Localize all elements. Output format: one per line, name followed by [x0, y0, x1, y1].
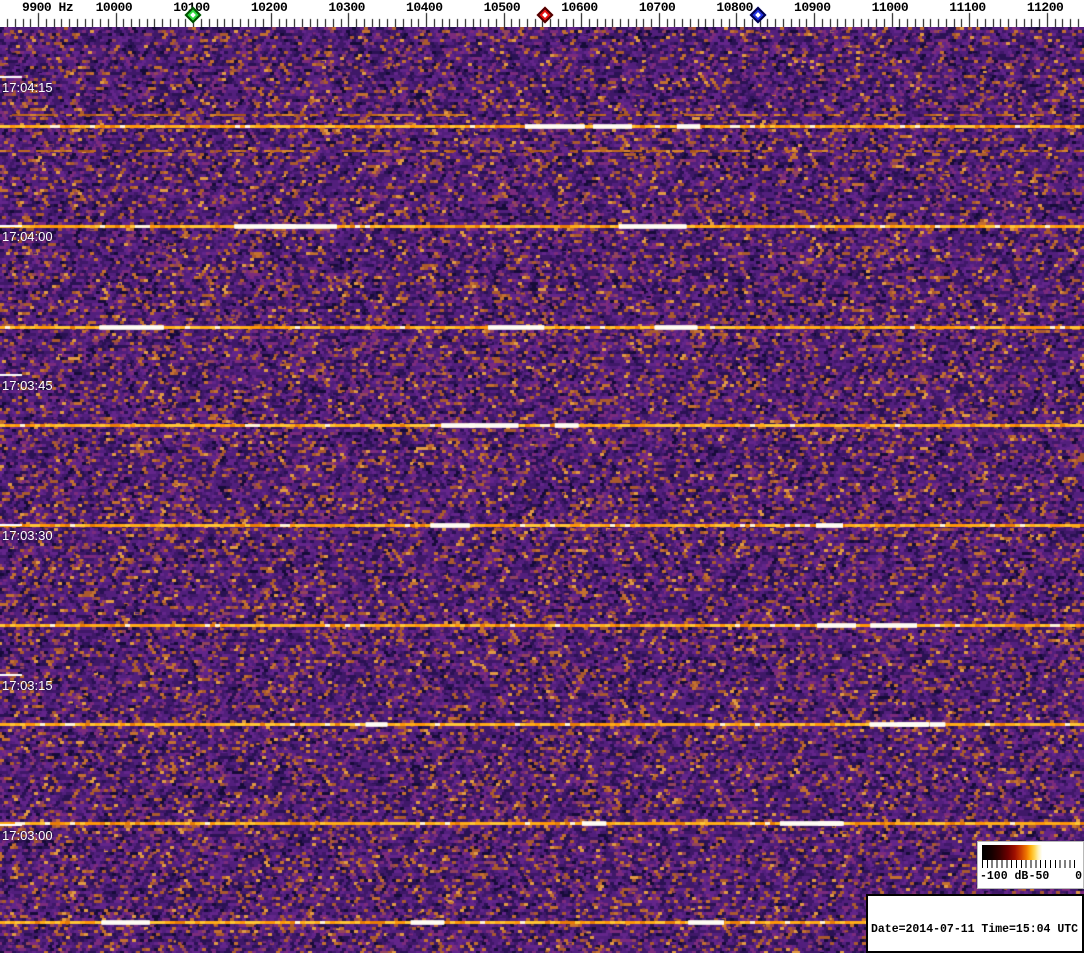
colorbar-labels: -100 dB -50 0 — [978, 870, 1084, 886]
freq-label-10000: 10000 — [95, 0, 133, 15]
time-label-170415: 17:04:15 — [2, 80, 53, 95]
freq-label-10500: 10500 — [483, 0, 521, 15]
time-label-170315: 17:03:15 — [2, 678, 53, 693]
marker-red-dot-icon — [541, 12, 548, 18]
time-label-170345: 17:03:45 — [2, 378, 53, 393]
freq-label-11000: 11000 — [871, 0, 909, 15]
time-label-170300: 17:03:00 — [2, 828, 53, 843]
freq-label-10600: 10600 — [561, 0, 598, 15]
info-date-time: Date=2014-07-11 Time=15:04 UTC — [871, 923, 1079, 937]
freq-label-11200: 11200 — [1026, 0, 1064, 15]
intensity-colorbar: -100 dB -50 0 — [977, 841, 1084, 889]
station-info-box: Date=2014-07-11 Time=15:04 UTC Freq=143 … — [866, 894, 1084, 953]
freq-label-10700: 10700 — [638, 0, 676, 15]
freq-label-11100: 11100 — [949, 0, 986, 15]
colorbar-gradient — [982, 845, 1079, 860]
freq-label-9900: 9900 Hz — [22, 0, 74, 15]
spectrogram-waterfall — [0, 27, 1084, 953]
spectrogram-window: 9900 Hz100001010010200103001040010500106… — [0, 0, 1084, 953]
time-label-170400: 17:04:00 — [2, 229, 53, 244]
freq-label-10800: 10800 — [716, 0, 753, 15]
freq-label-10900: 10900 — [794, 0, 831, 15]
freq-label-10400: 10400 — [406, 0, 443, 15]
freq-label-10200: 10200 — [250, 0, 288, 15]
colorbar-label-max: 0 — [1075, 870, 1082, 883]
time-label-170330: 17:03:30 — [2, 528, 53, 543]
freq-label-10300: 10300 — [328, 0, 365, 15]
frequency-ruler: 9900 Hz100001010010200103001040010500106… — [0, 0, 1084, 27]
marker-green-dot-icon — [190, 12, 197, 18]
colorbar-ticks-icon — [982, 860, 1079, 868]
colorbar-label-min: -100 dB — [980, 870, 1029, 883]
colorbar-label-mid: -50 — [1028, 870, 1050, 883]
marker-blue-dot-icon — [755, 12, 761, 18]
